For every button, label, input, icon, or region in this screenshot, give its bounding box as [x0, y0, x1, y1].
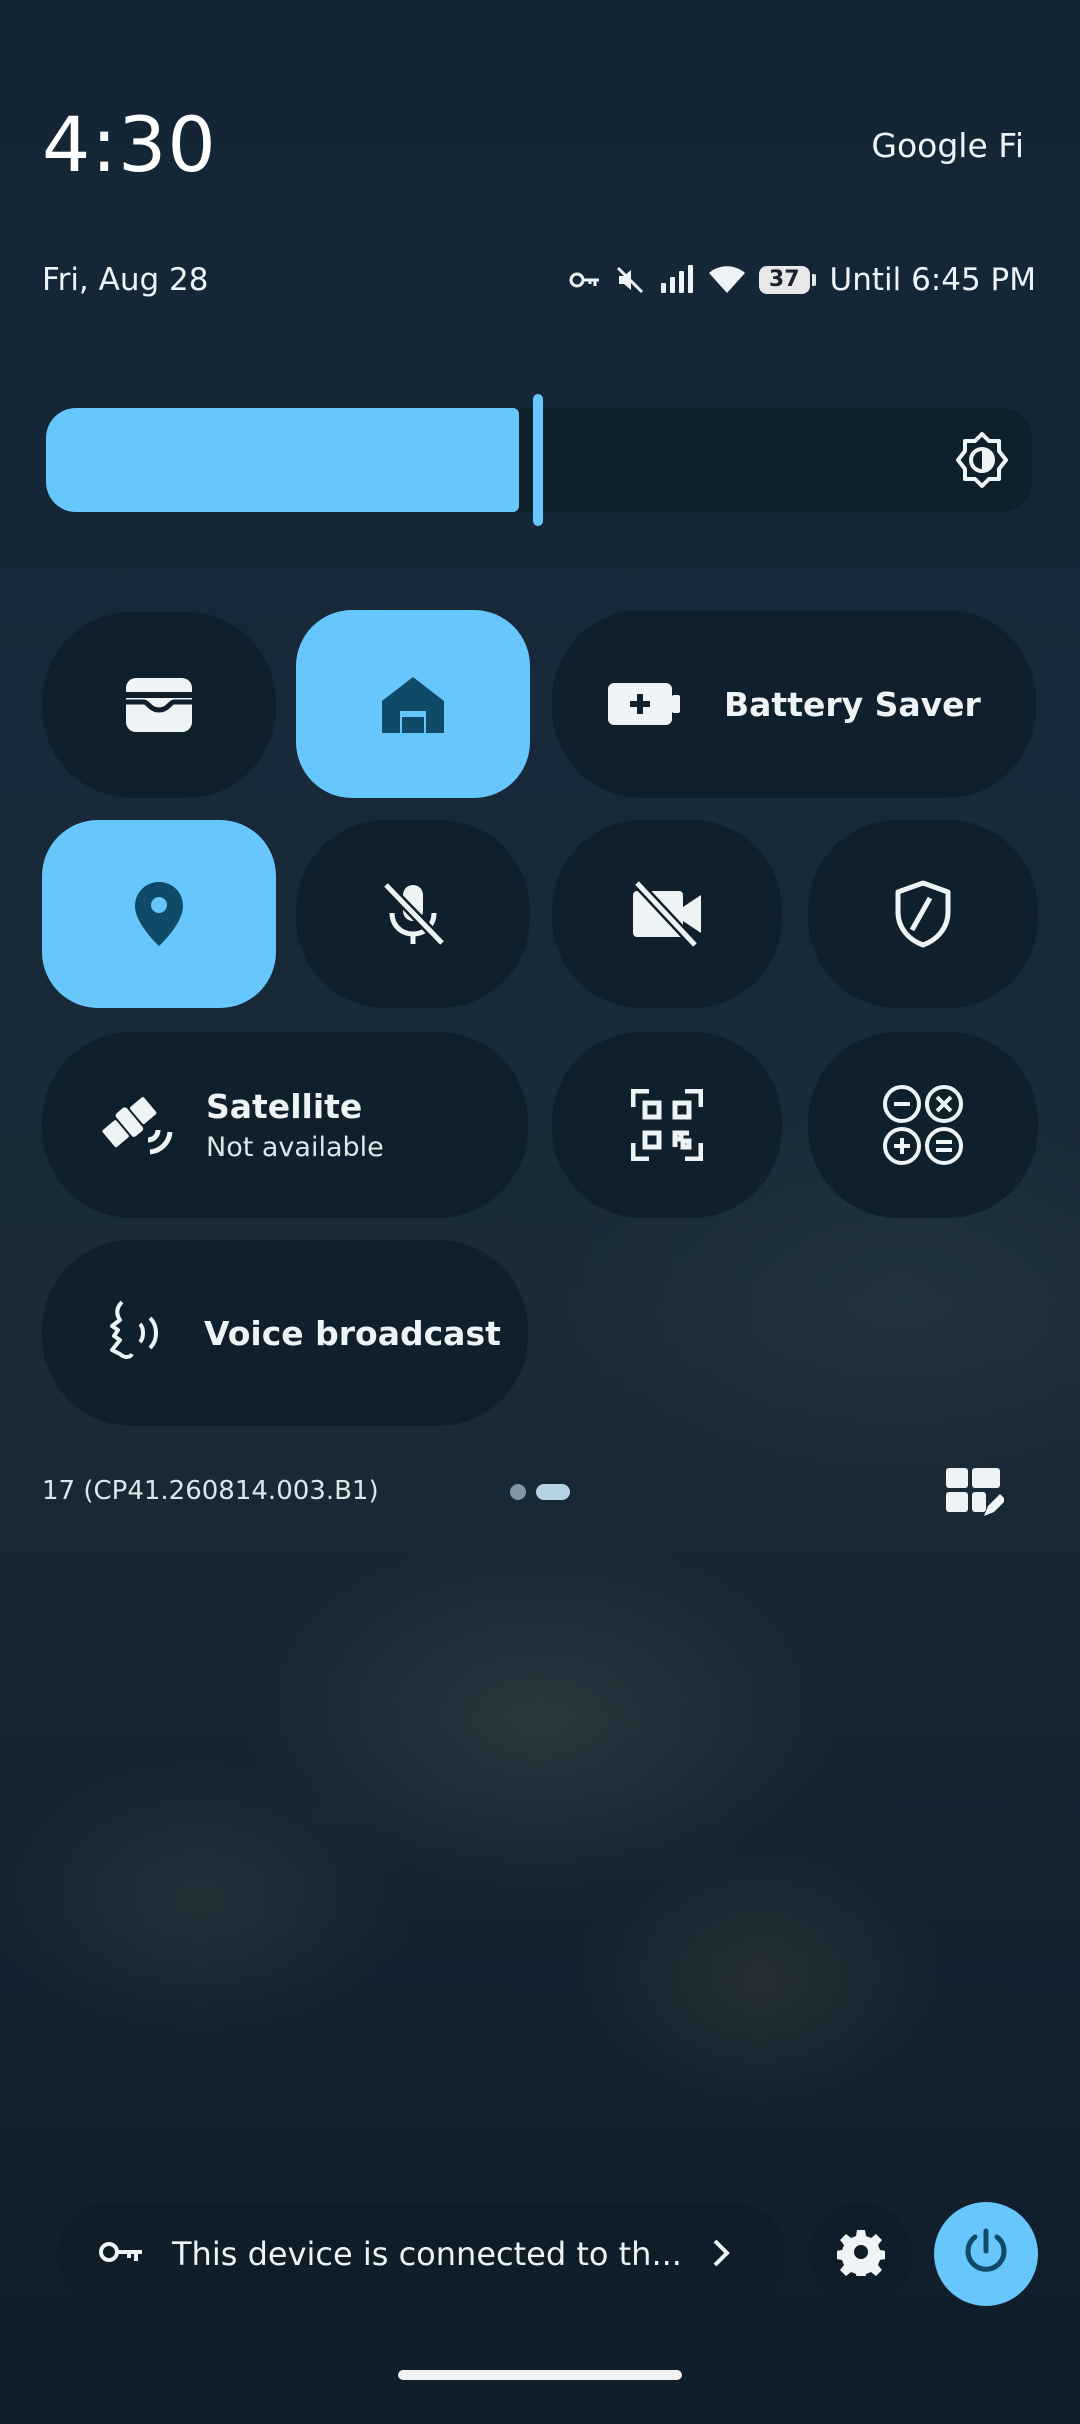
satellite-status: Not available — [206, 1132, 384, 1163]
battery-icon: 37 — [758, 266, 816, 294]
battery-saver-label: Battery Saver — [724, 684, 981, 724]
wallet-tile[interactable] — [42, 612, 276, 798]
battery-plus-icon — [608, 679, 684, 729]
wifi-icon — [708, 265, 745, 295]
calculator-icon — [808, 1032, 1038, 1218]
carrier-name: Google Fi — [871, 126, 1024, 165]
shield-icon — [808, 820, 1038, 1008]
satellite-tile[interactable]: Satellite Not available — [42, 1032, 528, 1218]
battery-percent: 37 — [758, 266, 810, 294]
qr-scanner-tile[interactable] — [552, 1032, 782, 1218]
device-notice-text: This device is connected to th... — [172, 2235, 682, 2273]
settings-button[interactable] — [810, 2202, 912, 2306]
mute-icon — [615, 265, 645, 295]
page-dot-current — [536, 1484, 570, 1500]
power-icon — [961, 2227, 1011, 2281]
home-tile[interactable] — [296, 610, 530, 798]
gear-icon — [836, 2228, 886, 2280]
brightness-slider[interactable] — [46, 394, 1032, 526]
status-bar: 37 Until 6:45 PM — [569, 262, 1036, 298]
camera-access-tile[interactable] — [552, 820, 782, 1008]
voice-broadcast-icon — [100, 1298, 170, 1368]
satellite-label: Satellite — [206, 1087, 363, 1126]
battery-estimate: Until 6:45 PM — [829, 262, 1036, 298]
mic-off-icon — [296, 820, 530, 1008]
page-dot — [510, 1484, 526, 1500]
battery-saver-tile[interactable]: Battery Saver — [552, 610, 1036, 798]
mic-access-tile[interactable] — [296, 820, 530, 1008]
security-tile[interactable] — [808, 820, 1038, 1008]
satellite-icon — [98, 1090, 174, 1160]
chevron-right-icon — [712, 2238, 730, 2272]
camera-off-icon — [552, 820, 782, 1008]
device-management-notice[interactable]: This device is connected to th... — [58, 2202, 786, 2306]
voice-broadcast-label: Voice broadcast — [204, 1313, 501, 1353]
clock[interactable]: 4:30 — [42, 100, 217, 189]
signal-icon — [659, 265, 695, 295]
brightness-fill — [46, 408, 519, 512]
power-menu-button[interactable] — [934, 2202, 1038, 2306]
brightness-handle[interactable] — [533, 394, 543, 526]
build-number[interactable]: 17 (CP41.260814.003.B1) — [42, 1476, 379, 1506]
qr-scanner-icon — [552, 1032, 782, 1218]
voice-broadcast-tile[interactable]: Voice broadcast — [42, 1240, 528, 1426]
location-pin-icon — [42, 820, 276, 1008]
date[interactable]: Fri, Aug 28 — [42, 262, 208, 298]
vpn-key-icon — [98, 2238, 144, 2270]
home-icon — [296, 610, 530, 798]
location-tile[interactable] — [42, 820, 276, 1008]
vpn-key-icon — [569, 270, 601, 290]
edit-tiles-button[interactable] — [944, 1464, 1006, 1524]
auto-brightness-icon[interactable] — [950, 428, 1014, 496]
wallet-icon — [42, 612, 276, 798]
calculator-tile[interactable] — [808, 1032, 1038, 1218]
edit-tiles-icon — [944, 1468, 1006, 1524]
home-gesture-bar[interactable] — [398, 2370, 682, 2380]
page-indicator — [510, 1484, 570, 1500]
